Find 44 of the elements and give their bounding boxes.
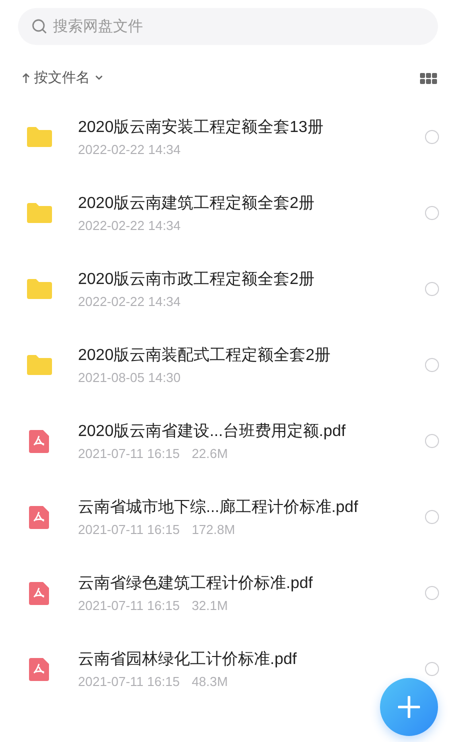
- select-radio[interactable]: [425, 130, 439, 144]
- grid-view-icon[interactable]: [420, 72, 437, 84]
- select-radio[interactable]: [425, 510, 439, 524]
- plus-icon: [398, 696, 420, 718]
- file-date: 2021-07-11 16:15: [78, 598, 180, 613]
- up-arrow-icon: [22, 72, 30, 84]
- file-name[interactable]: 2020版云南装配式工程定额全套2册: [78, 345, 425, 366]
- file-date: 2022-02-22 14:34: [78, 142, 181, 157]
- pdf-file-icon: [29, 430, 49, 452]
- file-size: 172.8M: [192, 522, 236, 537]
- select-radio[interactable]: [425, 662, 439, 676]
- file-date: 2022-02-22 14:34: [78, 218, 181, 233]
- pdf-file-icon: [29, 506, 49, 528]
- sort-button[interactable]: 按文件名: [22, 69, 104, 87]
- file-name[interactable]: 2020版云南市政工程定额全套2册: [78, 269, 425, 290]
- folder-icon: [26, 355, 52, 375]
- select-radio[interactable]: [425, 282, 439, 296]
- select-radio[interactable]: [425, 206, 439, 220]
- pdf-file-icon: [29, 658, 49, 680]
- select-radio[interactable]: [425, 434, 439, 448]
- select-radio[interactable]: [425, 586, 439, 600]
- file-name[interactable]: 2020版云南建筑工程定额全套2册: [78, 193, 425, 214]
- file-size: 32.1M: [192, 598, 228, 613]
- search-field[interactable]: 搜索网盘文件: [18, 8, 438, 45]
- search-icon: [32, 19, 47, 34]
- select-radio[interactable]: [425, 358, 439, 372]
- file-date: 2021-08-05 14:30: [78, 370, 181, 385]
- file-size: 48.3M: [192, 674, 228, 689]
- file-name[interactable]: 云南省园林绿化工计价标准.pdf: [78, 649, 425, 670]
- folder-icon: [26, 203, 52, 223]
- file-size: 22.6M: [192, 446, 228, 461]
- file-date: 2021-07-11 16:15: [78, 674, 180, 689]
- pdf-file-icon: [29, 582, 49, 604]
- caret-icon: [94, 75, 104, 81]
- file-name[interactable]: 2020版云南安装工程定额全套13册: [78, 117, 425, 138]
- file-date: 2022-02-22 14:34: [78, 294, 181, 309]
- file-name[interactable]: 云南省绿色建筑工程计价标准.pdf: [78, 573, 425, 594]
- folder-icon: [26, 279, 52, 299]
- file-date: 2021-07-11 16:15: [78, 522, 180, 537]
- file-name[interactable]: 云南省城市地下综...廊工程计价标准.pdf: [78, 497, 425, 518]
- file-date: 2021-07-11 16:15: [78, 446, 180, 461]
- add-button[interactable]: [380, 678, 438, 736]
- file-name[interactable]: 2020版云南省建设...台班费用定额.pdf: [78, 421, 425, 442]
- folder-icon: [26, 127, 52, 147]
